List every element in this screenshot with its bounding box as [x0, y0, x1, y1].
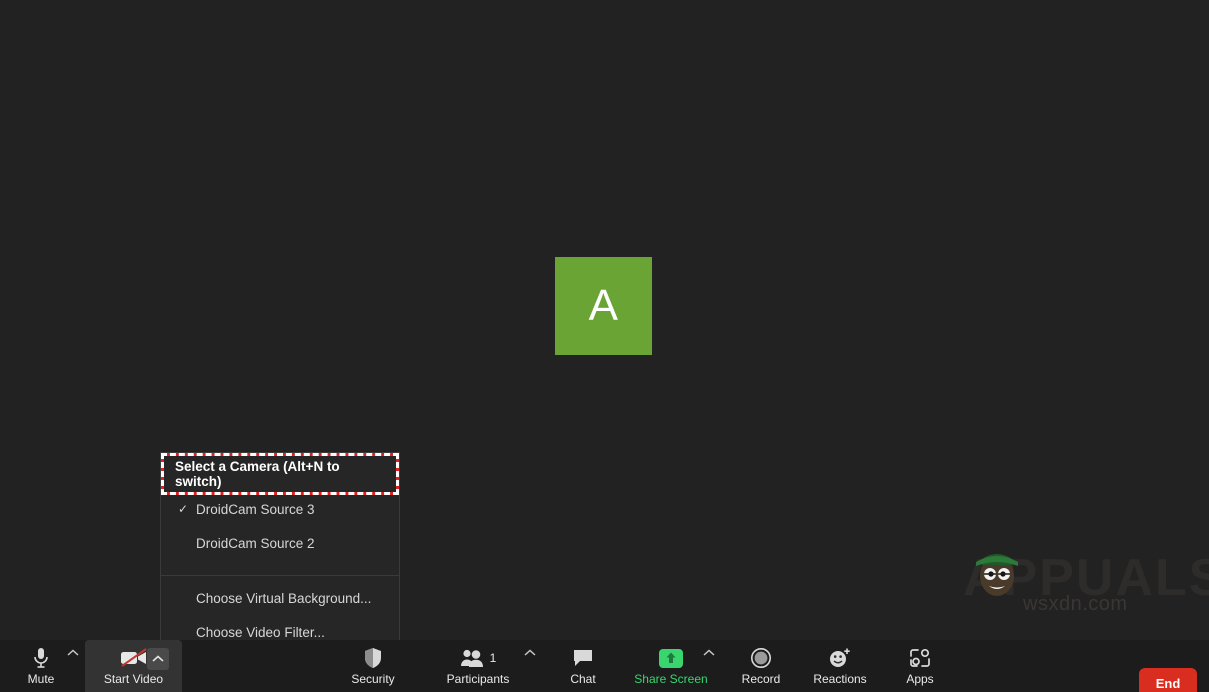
menu-item-camera-2[interactable]: DroidCam Source 2	[161, 531, 399, 555]
participants-label: Participants	[446, 672, 510, 686]
video-options-caret-icon[interactable]	[147, 648, 169, 670]
video-off-icon	[119, 646, 149, 670]
start-video-button[interactable]: Start Video	[85, 640, 182, 692]
zoom-meeting-window: A APPUALS wsxdn.com Select a Camera (Alt…	[0, 0, 1209, 692]
watermark-subtext: wsxdn.com	[1023, 593, 1128, 615]
checkmark-icon: ✓	[178, 502, 189, 516]
participants-count: 1	[489, 651, 497, 665]
security-button[interactable]: Security	[347, 640, 399, 692]
record-label: Record	[741, 672, 781, 686]
share-screen-icon	[659, 646, 683, 670]
participants-options-caret-icon[interactable]	[524, 649, 536, 660]
microphone-icon	[33, 646, 49, 670]
mascot-icon	[976, 554, 1018, 596]
shield-icon	[363, 646, 383, 670]
reactions-label: Reactions	[813, 672, 867, 686]
camera-menu-header: Select a Camera (Alt+N to switch)	[161, 453, 399, 495]
reactions-smiley-icon	[828, 646, 852, 670]
record-circle-icon	[750, 646, 772, 670]
record-button[interactable]: Record	[735, 640, 787, 692]
apps-grid-icon	[909, 646, 931, 670]
apps-button[interactable]: Apps	[898, 640, 942, 692]
chat-label: Chat	[570, 672, 596, 686]
camera-menu-header-label: Select a Camera (Alt+N to switch)	[175, 459, 340, 489]
share-screen-label: Share Screen	[634, 672, 708, 686]
meeting-toolbar: Mute Start Video Security 1 Participants…	[0, 640, 1209, 692]
menu-item-video-filter-label: Choose Video Filter...	[196, 624, 325, 640]
participants-button[interactable]: 1 Participants	[441, 640, 515, 692]
reactions-button[interactable]: Reactions	[808, 640, 872, 692]
avatar-initial: A	[588, 281, 619, 330]
participant-video-tile[interactable]: A	[555, 257, 652, 355]
camera-list-group: ✓ DroidCam Source 3 DroidCam Source 2	[161, 495, 399, 563]
mute-options-caret-icon[interactable]	[67, 649, 79, 660]
apps-label: Apps	[906, 672, 934, 686]
menu-item-virtual-background-label: Choose Virtual Background...	[196, 590, 372, 606]
share-screen-options-caret-icon[interactable]	[703, 649, 715, 660]
start-video-label: Start Video	[103, 672, 164, 686]
menu-item-camera-1[interactable]: ✓ DroidCam Source 3	[161, 497, 399, 521]
menu-item-camera-2-label: DroidCam Source 2	[196, 535, 315, 551]
watermark-text: APPUALS	[963, 549, 1209, 607]
end-meeting-label: End	[1155, 675, 1181, 691]
chat-button[interactable]: Chat	[562, 640, 604, 692]
chat-bubble-icon	[572, 646, 594, 670]
people-icon: 1	[460, 646, 497, 670]
security-label: Security	[351, 672, 395, 686]
menu-item-camera-1-label: DroidCam Source 3	[196, 501, 315, 517]
end-meeting-button[interactable]: End	[1139, 668, 1197, 692]
share-screen-button[interactable]: Share Screen	[628, 640, 714, 692]
menu-item-virtual-background[interactable]: Choose Virtual Background...	[161, 586, 399, 610]
mute-button[interactable]: Mute	[16, 640, 66, 692]
appuals-watermark: APPUALS wsxdn.com	[963, 540, 1209, 624]
mute-label: Mute	[27, 672, 55, 686]
